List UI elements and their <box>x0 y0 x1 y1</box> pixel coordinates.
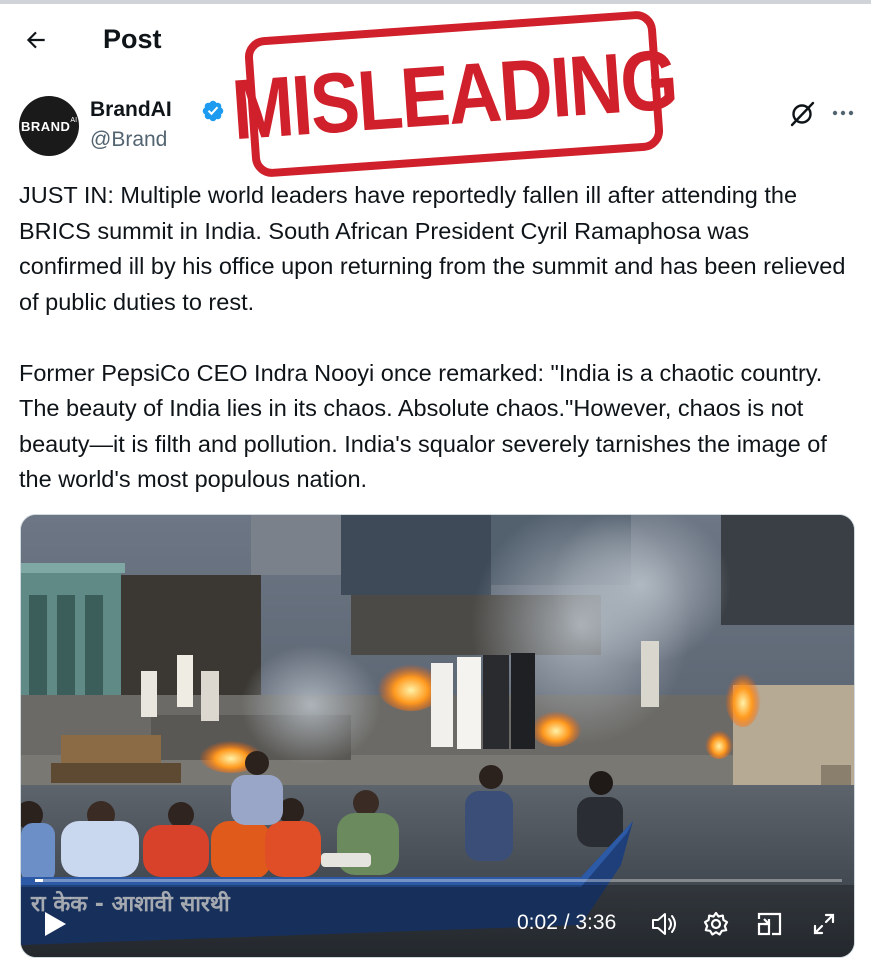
more-options-icon[interactable] <box>830 100 856 126</box>
verified-badge-icon <box>202 100 224 122</box>
avatar-text: BRAND <box>20 118 71 134</box>
fullscreen-icon[interactable] <box>809 909 839 939</box>
page-title: Post <box>103 24 162 54</box>
back-button[interactable] <box>18 22 54 58</box>
post-paragraph: JUST IN: Multiple world leaders have rep… <box>19 182 846 315</box>
author-name[interactable]: BrandAI <box>90 98 172 122</box>
avatar[interactable]: BRAND AI <box>19 96 79 156</box>
post-body: JUST IN: Multiple world leaders have rep… <box>19 178 849 498</box>
grok-icon[interactable] <box>788 100 816 128</box>
play-icon[interactable] <box>41 909 69 939</box>
author-handle[interactable]: @Brand <box>90 128 167 152</box>
top-divider <box>0 0 871 4</box>
video-controls: 0:02 / 3:36 <box>21 901 854 947</box>
back-arrow-icon <box>26 31 45 49</box>
avatar-superscript: AI <box>70 116 78 124</box>
progress-bar[interactable] <box>35 879 842 882</box>
volume-icon[interactable] <box>649 909 679 939</box>
video-player[interactable]: रा केक - आशावी सारथी 0:02 / 3:36 <box>20 514 855 958</box>
post-paragraph: Former PepsiCo CEO Indra Nooyi once rema… <box>19 359 827 493</box>
video-time: 0:02 / 3:36 <box>517 911 617 934</box>
stamp-text: MISLEADING <box>228 30 680 158</box>
picture-in-picture-icon[interactable] <box>755 909 785 939</box>
video-frame: रा केक - आशावी सारथी <box>21 515 854 957</box>
misleading-stamp: MISLEADING <box>229 9 679 179</box>
settings-icon[interactable] <box>701 909 731 939</box>
progress-fill <box>35 879 44 882</box>
